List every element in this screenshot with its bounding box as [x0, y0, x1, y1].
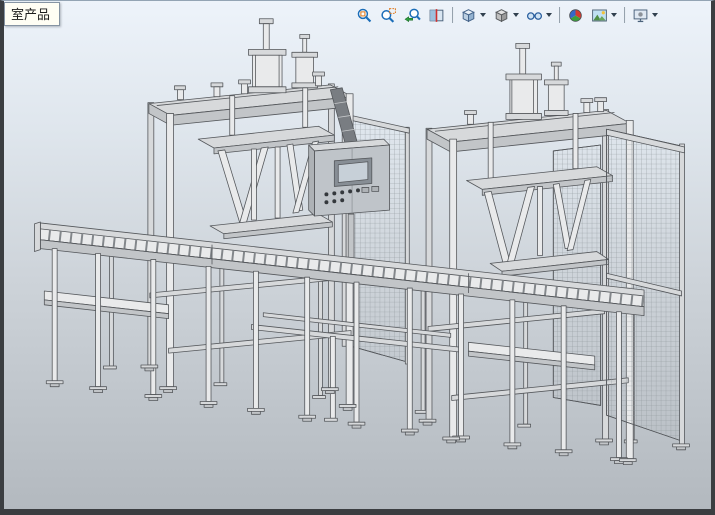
zoom-to-area-icon	[380, 7, 397, 24]
edit-appearance-icon	[567, 7, 584, 24]
cad-window: 室产品	[0, 0, 715, 515]
display-style-icon	[493, 7, 510, 24]
right-cylinder[interactable]	[506, 43, 542, 119]
hide-show-items-icon	[526, 7, 543, 24]
zoom-to-fit-button[interactable]	[353, 4, 376, 26]
dropdown-arrow-icon	[480, 13, 486, 17]
view-settings-icon	[632, 7, 649, 24]
view-orientation-button[interactable]	[457, 4, 489, 26]
dropdown-arrow-icon	[513, 13, 519, 17]
dropdown-arrow-icon	[652, 13, 658, 17]
toolbar-separator	[452, 7, 453, 23]
machine-model[interactable]	[4, 1, 711, 509]
toolbar-separator	[559, 7, 560, 23]
zoom-to-area-button[interactable]	[377, 4, 400, 26]
dropdown-arrow-icon	[546, 13, 552, 17]
section-view-icon	[428, 7, 445, 24]
section-view-button[interactable]	[425, 4, 448, 26]
apply-scene-button[interactable]	[588, 4, 620, 26]
hide-show-items-button[interactable]	[523, 4, 555, 26]
toolbar-separator	[624, 7, 625, 23]
view-toolbar	[353, 4, 661, 26]
dropdown-arrow-icon	[611, 13, 617, 17]
previous-view-icon	[404, 7, 421, 24]
display-style-button[interactable]	[490, 4, 522, 26]
left-cylinder[interactable]	[249, 19, 286, 93]
view-settings-button[interactable]	[629, 4, 661, 26]
apply-scene-icon	[591, 7, 608, 24]
edit-appearance-button[interactable]	[564, 4, 587, 26]
previous-view-button[interactable]	[401, 4, 424, 26]
annotation-label: 室产品	[4, 2, 60, 26]
view-orientation-icon	[460, 7, 477, 24]
right-press-station[interactable]	[426, 43, 633, 458]
zoom-to-fit-icon	[356, 7, 373, 24]
